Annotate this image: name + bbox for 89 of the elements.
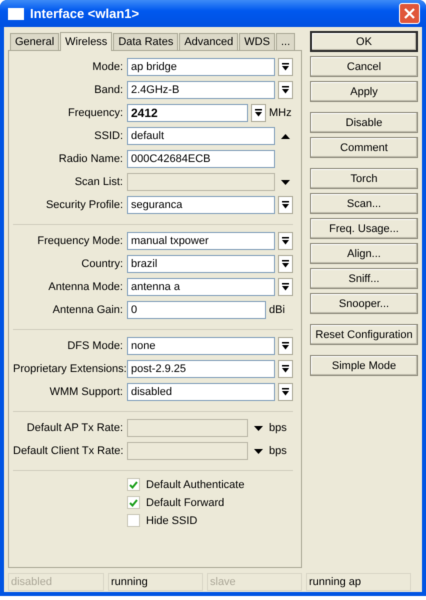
field-label: Frequency: [66, 107, 123, 119]
dropdown-icon [282, 86, 289, 94]
field-label: Radio Name: [58, 153, 123, 165]
field-label: Frequency Mode: [36, 235, 123, 247]
input-field[interactable]: default [127, 127, 275, 145]
action-button[interactable]: Comment [310, 137, 418, 158]
input-field[interactable]: 2.4GHz-B [127, 81, 275, 99]
status-cell: slave [207, 573, 302, 591]
dropdown-icon [282, 63, 289, 71]
field-label: Mode: [91, 61, 123, 73]
dropdown-button[interactable] [278, 255, 293, 273]
action-button[interactable]: Torch [310, 168, 418, 189]
status-cell: running [108, 573, 203, 591]
dropdown-icon [282, 365, 289, 373]
dropdown-button[interactable] [278, 383, 293, 401]
action-button[interactable]: Cancel [310, 56, 418, 77]
dropdown-icon [255, 109, 262, 117]
input-field[interactable]: seguranca [127, 196, 275, 214]
close-icon [404, 8, 415, 19]
field-label: Security Profile: [44, 199, 123, 211]
dropdown-button[interactable] [278, 81, 293, 99]
dropdown-button[interactable] [278, 196, 293, 214]
input-field[interactable]: 000C42684ECB [127, 150, 275, 168]
tab[interactable]: ... [276, 33, 296, 50]
checkbox-label: Default Forward [146, 496, 224, 508]
input-field[interactable]: brazil [127, 255, 275, 273]
tab[interactable]: Advanced [179, 33, 238, 50]
action-button[interactable]: Freq. Usage... [310, 218, 418, 239]
dropdown-button[interactable] [251, 104, 266, 122]
action-button[interactable]: Align... [310, 243, 418, 264]
unit-label: MHz [269, 107, 293, 119]
field-label: Default Client Tx Rate: [13, 445, 123, 457]
expand-arrow-icon[interactable] [281, 180, 290, 184]
checkbox[interactable] [127, 496, 140, 509]
field-label: SSID: [93, 130, 123, 142]
expand-arrow-icon[interactable] [254, 426, 263, 430]
action-button[interactable]: OK [310, 31, 418, 52]
dropdown-button[interactable] [278, 337, 293, 355]
field-label: Antenna Mode: [47, 281, 123, 293]
field-label: WMM Support: [48, 386, 123, 398]
tab[interactable]: Wireless [60, 32, 112, 51]
close-button[interactable] [399, 3, 420, 24]
field-label: Band: [93, 84, 123, 96]
dropdown-button[interactable] [278, 360, 293, 378]
dropdown-icon [282, 342, 289, 350]
input-field[interactable]: 2412 [127, 104, 248, 122]
action-button[interactable]: Scan... [310, 193, 418, 214]
field-label: Antenna Gain: [52, 304, 123, 316]
unit-label: bps [269, 422, 288, 434]
input-field[interactable]: antenna a [127, 278, 275, 296]
action-button[interactable]: Sniff... [310, 268, 418, 289]
dropdown-icon [282, 388, 289, 396]
unit-label: dBi [269, 304, 286, 316]
input-field[interactable]: post-2.9.25 [127, 360, 275, 378]
action-button[interactable]: Disable [310, 112, 418, 133]
checkbox-label: Default Authenticate [146, 478, 244, 490]
field-label: Default AP Tx Rate: [26, 422, 123, 434]
collapse-arrow-icon[interactable] [281, 134, 290, 138]
dropdown-icon [282, 201, 289, 209]
checkbox-label: Hide SSID [146, 514, 198, 526]
tab[interactable]: General [10, 33, 60, 50]
input-field[interactable]: disabled [127, 383, 275, 401]
status-cell: running ap [306, 573, 411, 591]
tab[interactable]: WDS [239, 33, 275, 50]
field-label: DFS Mode: [66, 340, 123, 352]
action-button[interactable]: Apply [310, 81, 418, 102]
unit-label: bps [269, 445, 288, 457]
input-field[interactable]: 0 [127, 301, 266, 319]
window-icon [8, 8, 24, 20]
field-label: Country: [80, 258, 123, 270]
checkbox[interactable] [127, 478, 140, 491]
action-button[interactable]: Snooper... [310, 293, 418, 314]
input-field[interactable]: manual txpower [127, 232, 275, 250]
dropdown-icon [282, 237, 289, 245]
window-title: Interface <wlan1> [30, 6, 140, 21]
action-button[interactable]: Simple Mode [310, 355, 418, 376]
expand-arrow-icon[interactable] [254, 448, 263, 454]
tab[interactable]: Data Rates [113, 33, 178, 50]
input-field[interactable]: none [127, 337, 275, 355]
status-cell: disabled [8, 573, 104, 591]
dropdown-button[interactable] [278, 232, 293, 250]
dropdown-button[interactable] [278, 278, 293, 296]
action-button[interactable]: Reset Configuration [310, 324, 418, 345]
dropdown-icon [282, 283, 289, 291]
field-label: Scan List: [74, 176, 123, 188]
checkbox[interactable] [127, 514, 140, 527]
dropdown-button[interactable] [278, 58, 293, 76]
dropdown-icon [282, 260, 289, 268]
input-field[interactable]: ap bridge [127, 58, 275, 76]
